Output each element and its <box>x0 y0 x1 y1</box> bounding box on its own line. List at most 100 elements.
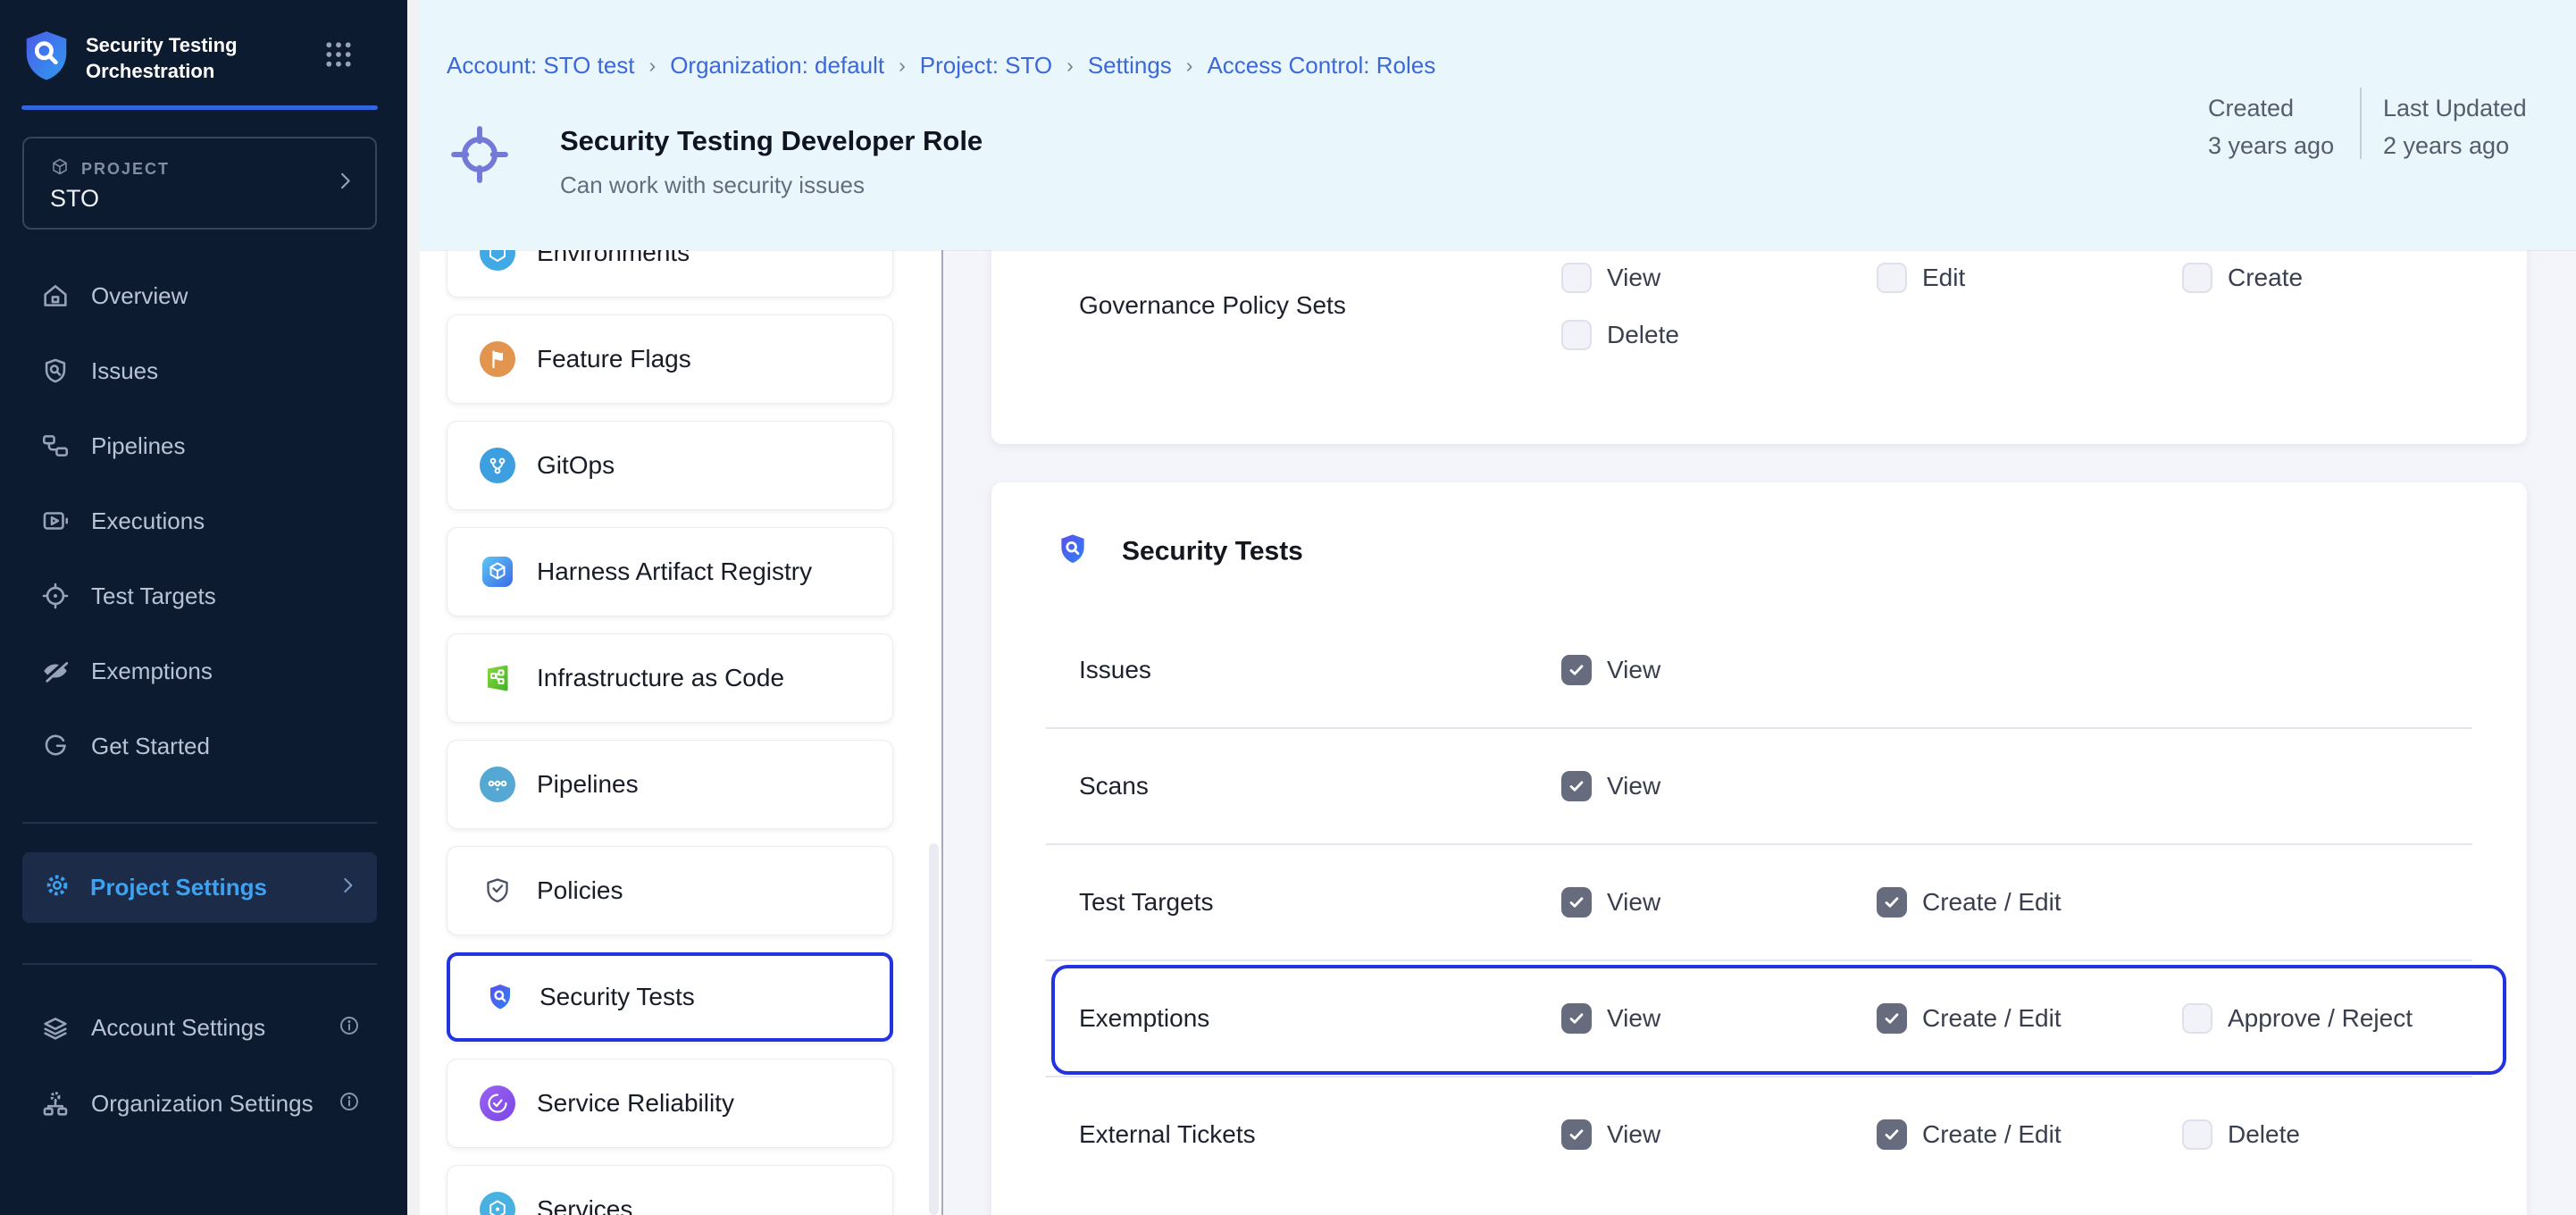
sidebar-item-issues[interactable]: Issues <box>0 333 407 408</box>
module-card-infrastructure-as-code[interactable]: Infrastructure as Code <box>447 633 893 723</box>
permission-checkbox-view[interactable]: View <box>1561 263 1660 293</box>
module-card-feature-flags[interactable]: Feature Flags <box>447 314 893 404</box>
breadcrumb-separator: › <box>899 54 906 78</box>
resource-name-governance-policy-sets: Governance Policy Sets <box>1079 291 1346 320</box>
breadcrumb-link-3[interactable]: Project: STO <box>920 52 1052 80</box>
check-icon <box>1883 1126 1901 1144</box>
breadcrumb-link-4[interactable]: Settings <box>1088 52 1172 80</box>
checkbox-box <box>2182 1119 2212 1150</box>
created-label: Created <box>2208 89 2334 127</box>
permission-checkbox-create[interactable]: Create <box>2182 263 2303 293</box>
sidebar-item-project-settings[interactable]: Project Settings <box>22 852 377 923</box>
sidebar-item-exemptions[interactable]: Exemptions <box>0 633 407 708</box>
breadcrumb-link-5[interactable]: Access Control: Roles <box>1207 52 1435 80</box>
checkbox-label: Create <box>2228 264 2303 292</box>
permission-slot: Delete <box>2182 1119 2300 1150</box>
artifact-registry-icon <box>480 554 515 590</box>
module-card-service-reliability[interactable]: Service Reliability <box>447 1059 893 1148</box>
resource-name: Scans <box>1079 772 1149 800</box>
sidebar-edge-strip <box>407 0 420 1215</box>
checkbox-label: Delete <box>2228 1120 2300 1149</box>
governance-delete-slot: Delete <box>1561 320 1679 350</box>
breadcrumb-link-2[interactable]: Organization: default <box>670 52 884 80</box>
permission-checkbox-view[interactable]: View <box>1561 655 1660 685</box>
eye-off-icon <box>40 656 71 686</box>
permission-row-external-tickets: External TicketsViewCreate / EditDelete <box>1046 1076 2472 1192</box>
column-divider <box>941 250 943 1215</box>
sidebar: Security Testing Orchestration PROJECT S… <box>0 0 407 1215</box>
permission-checkbox-view[interactable]: View <box>1561 1003 1660 1034</box>
checkbox-label: Edit <box>1922 264 1965 292</box>
permission-checkbox-delete[interactable]: Delete <box>1561 320 1679 350</box>
services-icon <box>480 1192 515 1215</box>
permission-slot: View <box>1561 1119 1660 1150</box>
module-card-security-tests[interactable]: Security Tests <box>447 952 893 1042</box>
security-tests-panel-title: Security Tests <box>1122 536 1303 566</box>
permission-slot: Approve / Reject <box>2182 1003 2413 1034</box>
gitops-icon <box>480 448 515 483</box>
permission-checkbox-view[interactable]: View <box>1561 771 1660 801</box>
sidebar-item-label: Overview <box>91 282 188 310</box>
role-crosshair-icon <box>449 124 510 189</box>
permission-checkbox-view[interactable]: View <box>1561 1119 1660 1150</box>
module-label: Security Tests <box>539 983 695 1011</box>
checkbox-box <box>1561 771 1592 801</box>
sidebar-item-label: Test Targets <box>91 582 216 610</box>
permission-checkbox-delete[interactable]: Delete <box>2182 1119 2300 1150</box>
sidebar-item-pipelines[interactable]: Pipelines <box>0 408 407 483</box>
sidebar-item-label: Organization Settings <box>91 1090 314 1118</box>
checkbox-label: Create / Edit <box>1922 1120 2062 1149</box>
module-switcher-grid-icon[interactable] <box>323 39 354 74</box>
breadcrumb-link-1[interactable]: Account: STO test <box>447 52 635 80</box>
sidebar-item-executions[interactable]: Executions <box>0 483 407 558</box>
gear-icon <box>42 870 72 901</box>
check-icon <box>1883 893 1901 911</box>
page-header: Account: STO test›Organization: default›… <box>407 0 2576 250</box>
breadcrumb: Account: STO test›Organization: default›… <box>447 52 1435 80</box>
sidebar-item-overview[interactable]: Overview <box>0 258 407 333</box>
check-icon <box>1883 1010 1901 1027</box>
module-card-gitops[interactable]: GitOps <box>447 421 893 510</box>
sidebar-bottom-nav: Account Settings Organization Settings <box>0 990 407 1142</box>
permission-checkbox-edit[interactable]: Edit <box>1877 263 1965 293</box>
chevron-right-icon <box>336 874 359 897</box>
checkbox-label: Approve / Reject <box>2228 1004 2413 1033</box>
module-card-services[interactable]: Services <box>447 1165 893 1215</box>
module-card-policies[interactable]: Policies <box>447 846 893 935</box>
permission-row-exemptions: ExemptionsViewCreate / EditApprove / Rej… <box>1046 959 2472 1076</box>
sidebar-item-get-started[interactable]: Get Started <box>0 708 407 783</box>
checkbox-box <box>1561 320 1592 350</box>
permission-checkbox-approve-reject[interactable]: Approve / Reject <box>2182 1003 2413 1034</box>
project-selector[interactable]: PROJECT STO <box>22 137 377 230</box>
permission-checkbox-create-edit[interactable]: Create / Edit <box>1877 1119 2062 1150</box>
permission-checkbox-view[interactable]: View <box>1561 887 1660 918</box>
module-list-scrollbar[interactable] <box>929 843 939 1215</box>
security-tests-icon <box>482 979 518 1015</box>
sidebar-item-label: Get Started <box>91 733 210 760</box>
app-logo-shield-icon <box>23 29 70 87</box>
module-label: Services <box>537 1195 632 1215</box>
module-card-pipelines[interactable]: Pipelines <box>447 740 893 829</box>
sidebar-item-account-settings[interactable]: Account Settings <box>0 990 407 1066</box>
home-icon <box>40 281 71 311</box>
module-card-harness-artifact-registry[interactable]: Harness Artifact Registry <box>447 527 893 616</box>
sidebar-item-label: Pipelines <box>91 432 186 460</box>
checkbox-box <box>1877 263 1907 293</box>
permission-checkbox-create-edit[interactable]: Create / Edit <box>1877 887 2062 918</box>
sidebar-item-test-targets[interactable]: Test Targets <box>0 558 407 633</box>
info-icon[interactable] <box>338 1014 361 1042</box>
sidebar-item-organization-settings[interactable]: Organization Settings <box>0 1066 407 1142</box>
module-label: GitOps <box>537 451 615 480</box>
governance-view-slot: View <box>1561 263 1660 293</box>
grid-dots-icon <box>323 39 354 70</box>
resource-name: Test Targets <box>1079 888 1213 917</box>
check-icon <box>1568 893 1585 911</box>
module-label: Harness Artifact Registry <box>537 557 812 586</box>
permission-checkbox-create-edit[interactable]: Create / Edit <box>1877 1003 2062 1034</box>
sidebar-divider <box>22 963 377 965</box>
security-tests-permissions-panel: Security Tests IssuesViewScansViewTest T… <box>991 482 2527 1215</box>
security-testing-orchestration-app: EnvironmentsFeature FlagsGitOpsHarness A… <box>0 0 2576 1215</box>
project-settings-label: Project Settings <box>90 874 267 901</box>
info-icon[interactable] <box>338 1090 361 1118</box>
sidebar-accent-line <box>21 105 378 110</box>
